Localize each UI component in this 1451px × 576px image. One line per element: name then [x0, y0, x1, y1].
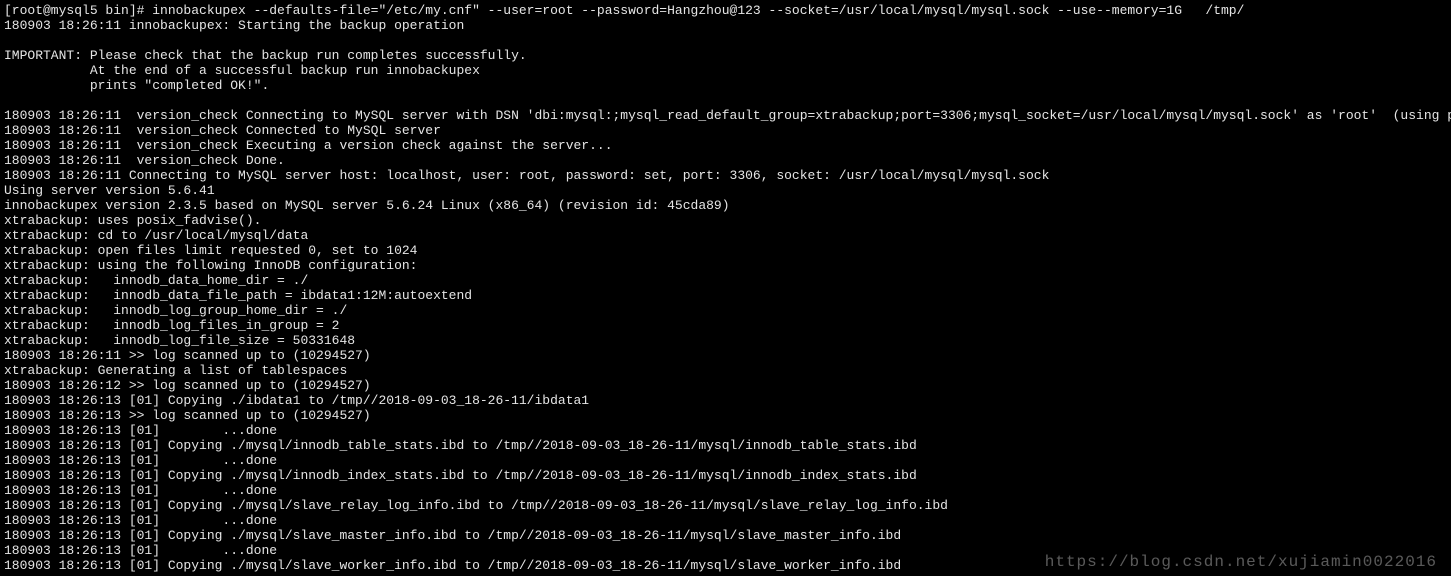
terminal-line: 180903 18:26:13 >> log scanned up to (10…: [4, 408, 1447, 423]
terminal-line: 180903 18:26:13 [01] Copying ./mysql/sla…: [4, 558, 1447, 573]
terminal-line: xtrabackup: cd to /usr/local/mysql/data: [4, 228, 1447, 243]
terminal-line: Using server version 5.6.41: [4, 183, 1447, 198]
terminal-line: xtrabackup: innodb_data_file_path = ibda…: [4, 288, 1447, 303]
terminal-line: 180903 18:26:13 [01] Copying ./mysql/inn…: [4, 468, 1447, 483]
terminal-line: 180903 18:26:11 >> log scanned up to (10…: [4, 348, 1447, 363]
terminal-line: xtrabackup: using the following InnoDB c…: [4, 258, 1447, 273]
terminal-line: 180903 18:26:12 >> log scanned up to (10…: [4, 378, 1447, 393]
terminal-line: 180903 18:26:13 [01] Copying ./mysql/inn…: [4, 438, 1447, 453]
terminal-line: 180903 18:26:11 version_check Connecting…: [4, 108, 1447, 123]
terminal-line: 180903 18:26:13 [01] Copying ./mysql/sla…: [4, 498, 1447, 513]
terminal-line: [root@mysql5 bin]# innobackupex --defaul…: [4, 3, 1447, 18]
terminal-line: 180903 18:26:13 [01] ...done: [4, 483, 1447, 498]
terminal-line: At the end of a successful backup run in…: [4, 63, 1447, 78]
terminal-line: 180903 18:26:11 version_check Executing …: [4, 138, 1447, 153]
terminal-line: 180903 18:26:13 [01] ...done: [4, 423, 1447, 438]
terminal-line: innobackupex version 2.3.5 based on MySQ…: [4, 198, 1447, 213]
terminal-line: xtrabackup: innodb_data_home_dir = ./: [4, 273, 1447, 288]
terminal-line: 180903 18:26:13 [01] ...done: [4, 453, 1447, 468]
terminal-line: 180903 18:26:11 Connecting to MySQL serv…: [4, 168, 1447, 183]
terminal-line: 180903 18:26:11 innobackupex: Starting t…: [4, 18, 1447, 33]
terminal-line: [4, 33, 1447, 48]
terminal-line: 180903 18:26:13 [01] Copying ./mysql/sla…: [4, 528, 1447, 543]
terminal-line: xtrabackup: Generating a list of tablesp…: [4, 363, 1447, 378]
terminal-line: [4, 93, 1447, 108]
terminal-line: 180903 18:26:13 [01] Copying ./ibdata1 t…: [4, 393, 1447, 408]
terminal-line: xtrabackup: innodb_log_group_home_dir = …: [4, 303, 1447, 318]
terminal-line: 180903 18:26:13 [01] ...done: [4, 543, 1447, 558]
terminal-line: 180903 18:26:11 version_check Connected …: [4, 123, 1447, 138]
terminal-line: xtrabackup: innodb_log_file_size = 50331…: [4, 333, 1447, 348]
terminal-line: 180903 18:26:11 version_check Done.: [4, 153, 1447, 168]
terminal-line: prints "completed OK!".: [4, 78, 1447, 93]
terminal-line: IMPORTANT: Please check that the backup …: [4, 48, 1447, 63]
terminal-line: xtrabackup: open files limit requested 0…: [4, 243, 1447, 258]
terminal-line: 180903 18:26:13 [01] ...done: [4, 513, 1447, 528]
terminal-output[interactable]: [root@mysql5 bin]# innobackupex --defaul…: [0, 0, 1451, 576]
terminal-line: xtrabackup: innodb_log_files_in_group = …: [4, 318, 1447, 333]
terminal-line: xtrabackup: uses posix_fadvise().: [4, 213, 1447, 228]
